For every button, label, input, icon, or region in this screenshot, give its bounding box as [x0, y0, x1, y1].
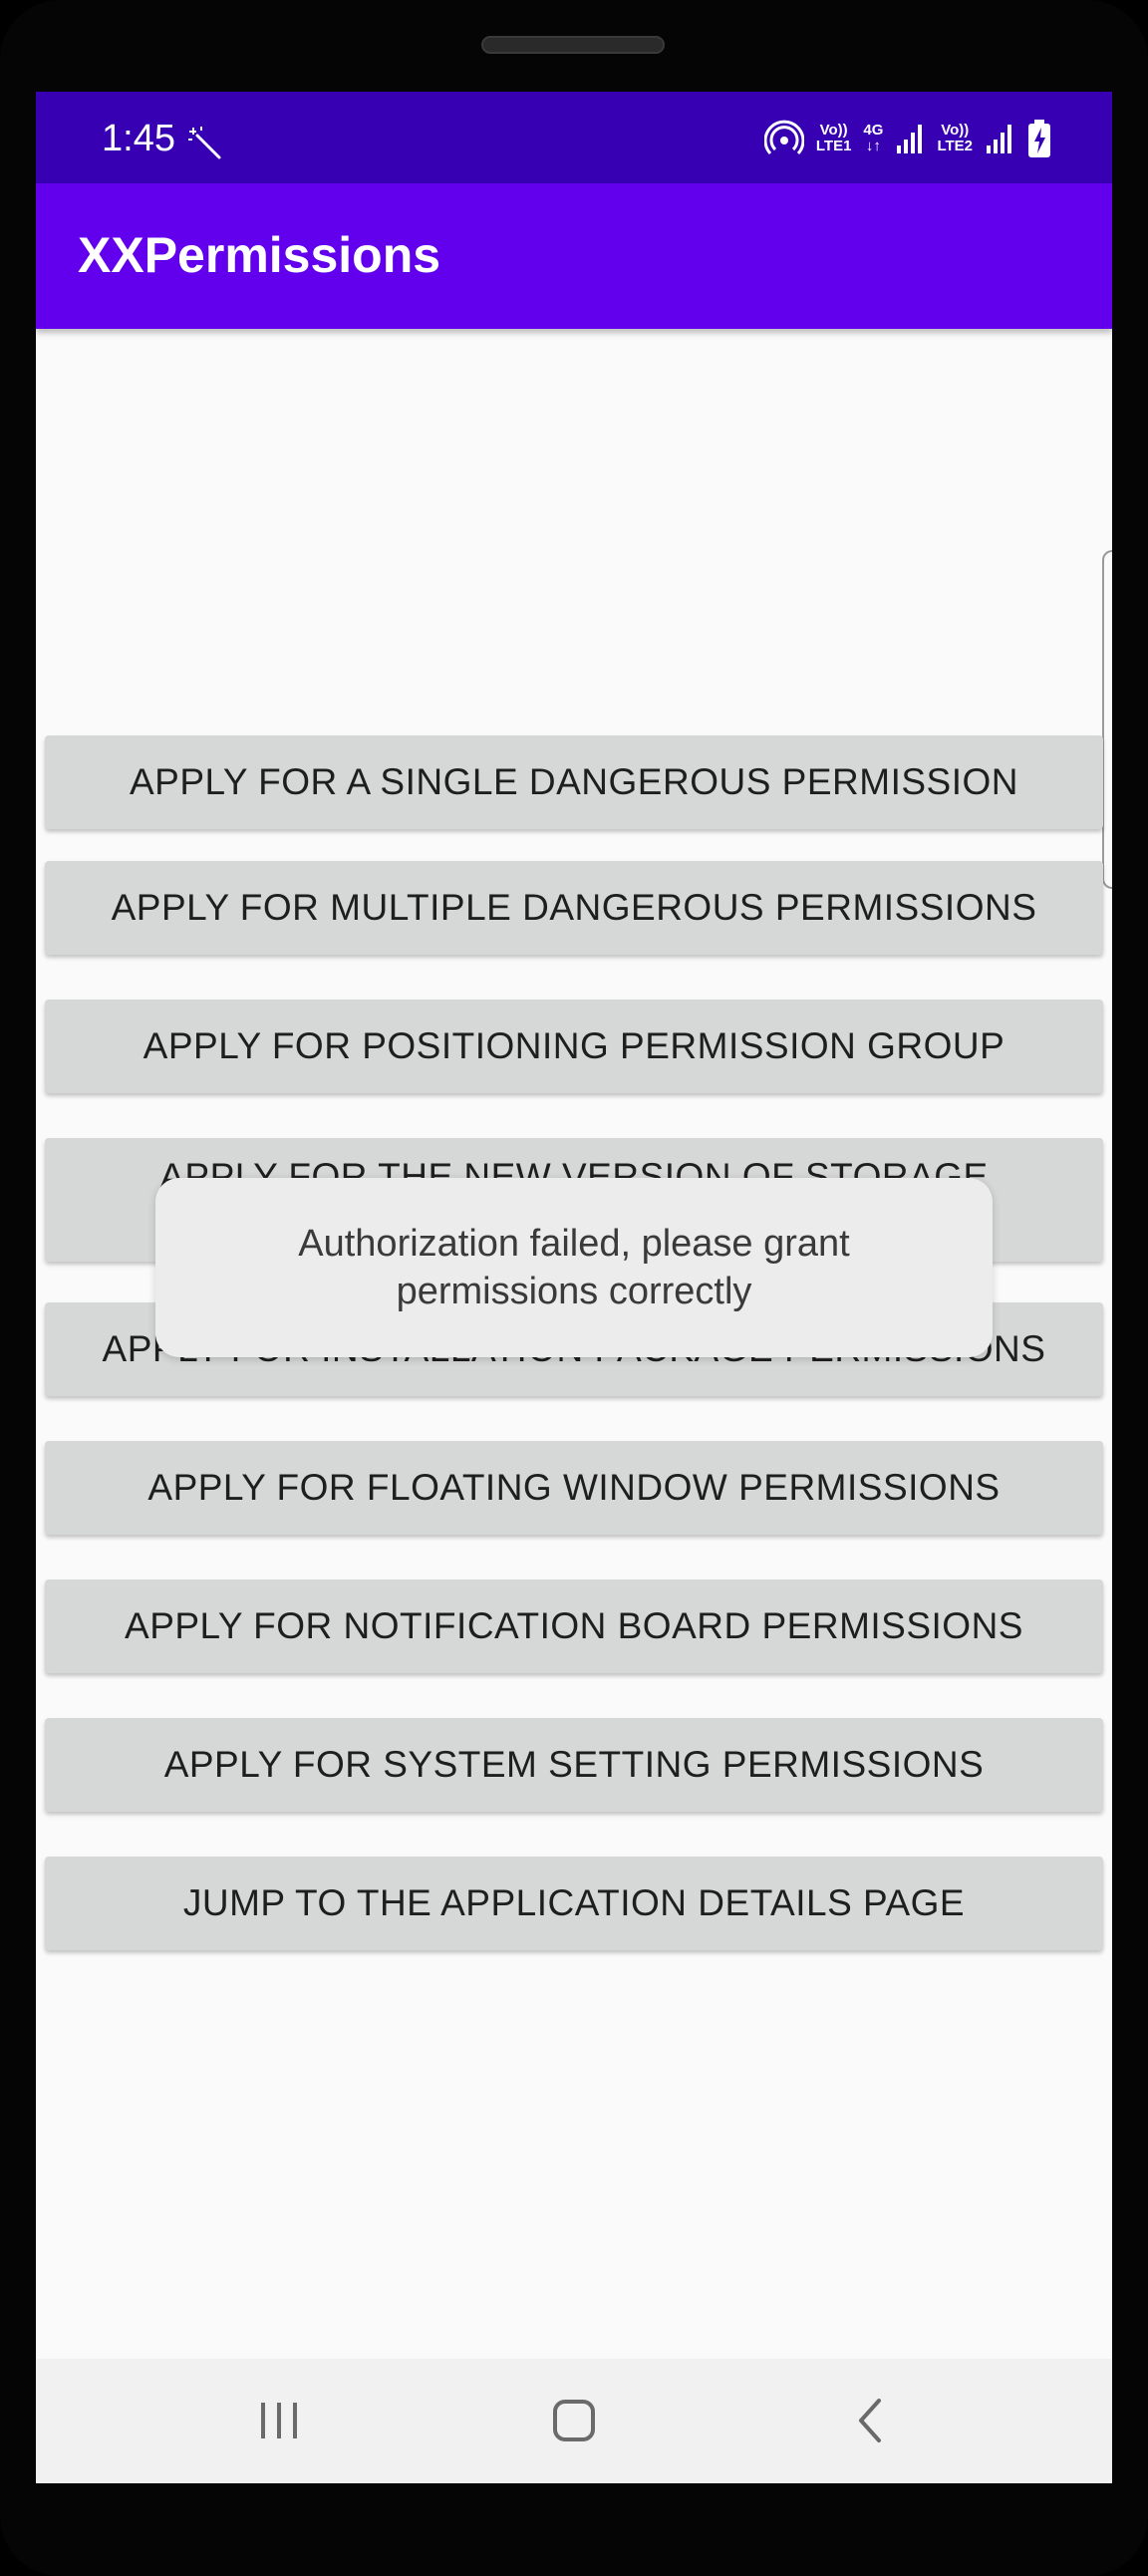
apply-floating-window-permissions-button[interactable]: APPLY FOR FLOATING WINDOW PERMISSIONS	[45, 1441, 1103, 1535]
signal-strength-2-icon	[987, 125, 1011, 153]
apply-notification-board-permissions-button[interactable]: APPLY FOR NOTIFICATION BOARD PERMISSIONS	[45, 1579, 1103, 1673]
earpiece-speaker	[481, 36, 665, 54]
toast-message: Authorization failed, please grant permi…	[298, 1223, 850, 1312]
phone-frame: 1:45 Vo)) LTE1 4G ↓↑ Vo)) LTE2 XXPermiss…	[0, 0, 1148, 2576]
battery-charging-icon	[1028, 120, 1050, 157]
apply-positioning-permission-group-button[interactable]: APPLY FOR POSITIONING PERMISSION GROUP	[45, 1000, 1103, 1093]
app-title: XXPermissions	[78, 227, 441, 283]
app-bar: XXPermissions	[36, 183, 1112, 329]
jump-to-application-details-button[interactable]: JUMP TO THE APPLICATION DETAILS PAGE	[45, 1857, 1103, 1950]
status-bar: 1:45 Vo)) LTE1 4G ↓↑ Vo)) LTE2	[36, 92, 1112, 183]
signal-strength-icon	[897, 125, 923, 153]
screen: 1:45 Vo)) LTE1 4G ↓↑ Vo)) LTE2 XXPermiss…	[36, 92, 1112, 2483]
hotspot-icon	[763, 120, 804, 155]
4g-label: 4G	[863, 122, 884, 139]
back-icon[interactable]	[839, 2389, 903, 2452]
apply-multiple-dangerous-permissions-button[interactable]: APPLY FOR MULTIPLE DANGEROUS PERMISSIONS	[45, 861, 1103, 955]
4g-indicator: 4G ↓↑	[863, 123, 883, 154]
status-time: 1:45	[102, 118, 175, 159]
status-icons: Vo)) LTE1 4G ↓↑ Vo)) LTE2	[763, 116, 1052, 161]
apply-system-setting-permissions-button[interactable]: APPLY FOR SYSTEM SETTING PERMISSIONS	[45, 1718, 1103, 1812]
lte1-label: LTE1	[815, 138, 852, 154]
navigation-bar	[36, 2359, 1112, 2483]
toast: Authorization failed, please grant permi…	[155, 1178, 993, 1357]
recent-apps-icon[interactable]	[247, 2389, 311, 2452]
volte-label: Vo))	[819, 122, 848, 139]
home-icon[interactable]	[542, 2389, 606, 2452]
volte-lte2-indicator: Vo)) LTE2	[937, 123, 973, 154]
apply-single-dangerous-permission-button[interactable]: APPLY FOR A SINGLE DANGEROUS PERMISSION	[45, 735, 1103, 829]
magic-wand-icon	[188, 127, 221, 159]
volte2-label: Vo))	[941, 122, 970, 139]
scroll-indicator[interactable]	[1102, 550, 1112, 889]
volte-lte1-indicator: Vo)) LTE1	[816, 123, 852, 154]
data-arrows-icon: ↓↑	[865, 138, 881, 154]
lte2-label: LTE2	[937, 138, 973, 154]
